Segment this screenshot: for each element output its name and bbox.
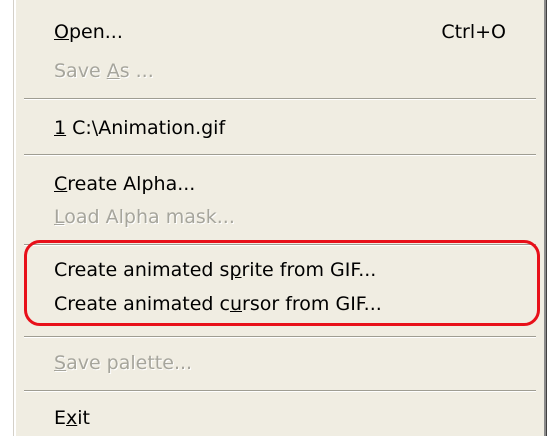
menu-separator [24,336,536,338]
menu-item-load-alpha-mask: Load Alpha mask... [54,199,235,235]
menu-item-save-palette-mnemonic: S [54,352,67,374]
menu-item-recent-file-label: C:\Animation.gif [66,117,226,139]
menu-item-save-palette: Save palette... [54,345,192,381]
menu-item-exit-prefix: E [54,407,67,429]
menu-item-create-alpha-mnemonic: C [54,173,68,195]
menu-item-recent-file[interactable]: 1 C:\Animation.gif [54,110,225,146]
menu-item-open-shortcut: Ctrl+O [441,21,506,43]
menu-separator [24,98,536,100]
menu-item-create-sprite-mnemonic: p [229,259,242,281]
menu-item-save-palette-label: ave palette... [66,352,193,374]
menu-separator [24,154,536,156]
menu-item-exit-mnemonic: x [66,407,78,429]
menu-item-load-alpha-mask-mnemonic: L [54,206,65,228]
menu-item-load-alpha-mask-label: oad Alpha mask... [64,206,235,228]
menu-separator [24,244,536,246]
file-menu: Open... Ctrl+O Save As ... 1 C:\Animatio… [14,0,546,436]
menu-item-open-mnemonic: O [54,21,69,43]
menu-item-open-label: pen... [68,21,123,43]
menu-item-create-sprite-label: rite from GIF... [241,259,377,281]
menu-item-create-cursor-prefix: Create animated c [54,293,230,315]
menu-item-exit-label: it [77,407,90,429]
menu-item-create-alpha-label: reate Alpha... [67,173,196,195]
menu-item-create-alpha[interactable]: Create Alpha... [54,166,195,202]
menu-item-exit[interactable]: Exit [54,400,90,436]
menu-item-create-animated-sprite[interactable]: Create animated sprite from GIF... [54,252,376,288]
menu-item-create-cursor-label: rsor from GIF... [242,293,382,315]
menu-item-recent-file-mnemonic: 1 [54,117,67,139]
menu-item-create-sprite-prefix: Create animated s [54,259,230,281]
menu-item-save-as-prefix: Save [54,60,107,82]
menu-item-save-as-label: s ... [119,60,154,82]
menu-item-save-as: Save As ... [54,53,154,89]
menu-separator [24,390,536,392]
menu-item-save-as-mnemonic: A [106,60,120,82]
menu-item-create-cursor-mnemonic: u [229,293,243,315]
menu-item-create-animated-cursor[interactable]: Create animated cursor from GIF... [54,286,382,322]
menu-item-open[interactable]: Open... [54,14,123,50]
